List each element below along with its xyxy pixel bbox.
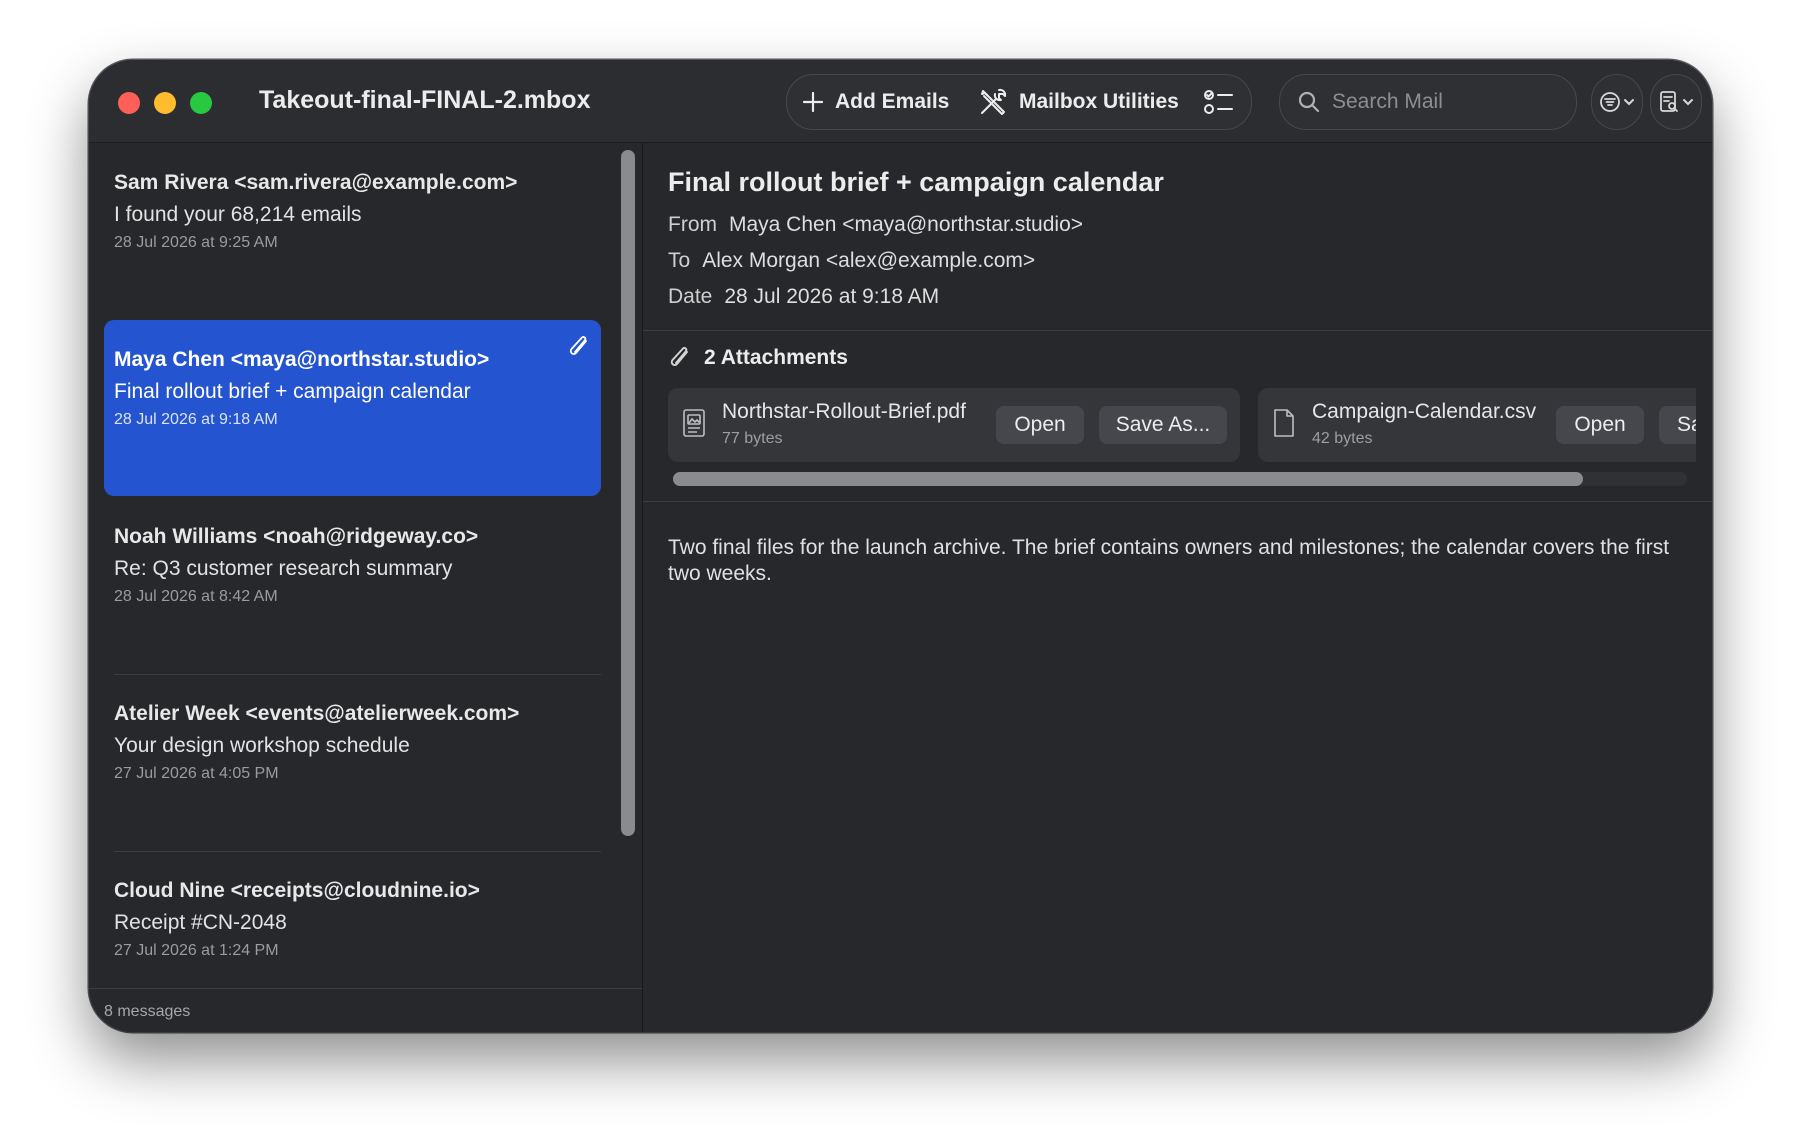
view-options-icon (1660, 91, 1678, 112)
checklist-button[interactable] (1203, 75, 1245, 129)
message-count: 8 messages (104, 1003, 191, 1020)
message-date: 27 Jul 2026 at 4:05 PM (114, 765, 279, 782)
mailbox-utilities-button[interactable]: Mailbox Utilities (977, 75, 1179, 129)
attachments-divider (643, 501, 1712, 502)
tools-icon (981, 88, 1007, 115)
message-date: 28 Jul 2026 at 8:42 AM (114, 588, 278, 605)
mailbox-utilities-label: Mailbox Utilities (1019, 90, 1179, 113)
attachment-name: Northstar-Rollout-Brief.pdf (722, 400, 966, 423)
attachment-size: 42 bytes (1312, 430, 1373, 447)
window-title: Takeout-final-FINAL-2.mbox (259, 86, 591, 114)
document-file-icon (1274, 409, 1294, 437)
message-list-item[interactable]: Noah Williams <noah@ridgeway.co> Re: Q3 … (104, 497, 601, 673)
message-list: Sam Rivera <sam.rivera@example.com> I fo… (89, 143, 643, 1032)
message-sender: Atelier Week <events@atelierweek.com> (114, 702, 520, 725)
date-line: Date 28 Jul 2026 at 9:18 AM (668, 285, 939, 309)
from-label: From (668, 213, 717, 236)
paperclip-icon (670, 347, 688, 366)
reader-pane: Final rollout brief + campaign calendar … (643, 143, 1712, 1032)
add-emails-label: Add Emails (835, 90, 950, 113)
message-sender: Noah Williams <noah@ridgeway.co> (114, 525, 479, 548)
message-sender: Maya Chen <maya@northstar.studio> (114, 348, 490, 371)
plus-icon (802, 91, 824, 113)
message-subject: Receipt #CN-2048 (114, 911, 287, 934)
save-as-button[interactable]: Save As... (1099, 406, 1227, 444)
attachment-card: Northstar-Rollout-Brief.pdf 77 bytes Ope… (668, 388, 1240, 462)
filter-icon (1600, 92, 1620, 112)
attachment-size: 77 bytes (722, 430, 783, 447)
attachment-card: Campaign-Calendar.csv 42 bytes Open Save… (1258, 388, 1696, 462)
pdf-file-icon (683, 409, 705, 437)
checklist-icon (1204, 90, 1233, 114)
minimize-window-button[interactable] (154, 92, 176, 114)
title-bar: Takeout-final-FINAL-2.mbox Add Emails Ma… (89, 60, 1712, 143)
date-value: 28 Jul 2026 at 9:18 AM (724, 285, 940, 308)
message-list-scroll-thumb[interactable] (621, 150, 635, 836)
email-body: Two final files for the launch archive. … (668, 536, 1670, 585)
add-emails-button[interactable]: Add Emails (801, 75, 949, 129)
message-list-item[interactable]: Sam Rivera <sam.rivera@example.com> I fo… (104, 143, 601, 319)
chevron-down-icon (1683, 99, 1693, 106)
message-subject: Final rollout brief + campaign calendar (114, 380, 471, 403)
message-list-item-selected[interactable]: Maya Chen <maya@northstar.studio> Final … (104, 320, 601, 496)
save-as-button[interactable]: Save As... (1659, 406, 1696, 444)
date-label: Date (668, 285, 713, 308)
message-subject: Re: Q3 customer research summary (114, 557, 453, 580)
search-icon (1298, 91, 1320, 113)
view-options-button[interactable] (1650, 74, 1702, 130)
mail-window: Takeout-final-FINAL-2.mbox Add Emails Ma… (89, 60, 1712, 1032)
open-attachment-button[interactable]: Open (1556, 406, 1644, 444)
to-label: To (668, 249, 691, 272)
paperclip-icon (569, 336, 587, 355)
attachment-name: Campaign-Calendar.csv (1312, 400, 1537, 423)
search-placeholder: Search Mail (1332, 90, 1443, 113)
zoom-window-button[interactable] (190, 92, 212, 114)
message-sender: Sam Rivera <sam.rivera@example.com> (114, 171, 518, 194)
message-sender: Cloud Nine <receipts@cloudnine.io> (114, 879, 480, 902)
header-divider (643, 330, 1712, 331)
message-list-item[interactable]: Atelier Week <events@atelierweek.com> Yo… (104, 674, 601, 850)
message-subject: I found your 68,214 emails (114, 203, 362, 226)
message-count-footer: 8 messages (89, 988, 642, 1032)
from-line: From Maya Chen <maya@northstar.studio> (668, 213, 1083, 237)
from-value[interactable]: Maya Chen <maya@northstar.studio> (729, 213, 1083, 236)
message-date: 28 Jul 2026 at 9:25 AM (114, 234, 278, 251)
open-attachment-button[interactable]: Open (996, 406, 1084, 444)
email-subject: Final rollout brief + campaign calendar (668, 167, 1164, 197)
filter-menu-button[interactable] (1591, 74, 1643, 130)
to-value[interactable]: Alex Morgan <alex@example.com> (702, 249, 1035, 272)
close-window-button[interactable] (118, 92, 140, 114)
message-date: 28 Jul 2026 at 9:18 AM (114, 411, 278, 428)
attachments-scroll-thumb[interactable] (673, 472, 1583, 486)
chevron-down-icon (1624, 99, 1634, 106)
message-subject: Your design workshop schedule (114, 734, 410, 757)
toolbar-group: Add Emails Mailbox Utilities (786, 74, 1252, 130)
search-field[interactable]: Search Mail (1279, 74, 1577, 130)
attachments-header: 2 Attachments (668, 345, 848, 371)
to-line: To Alex Morgan <alex@example.com> (668, 249, 1035, 273)
message-date: 27 Jul 2026 at 1:24 PM (114, 942, 279, 959)
attachments-title: 2 Attachments (704, 346, 848, 369)
attachments-strip: Northstar-Rollout-Brief.pdf 77 bytes Ope… (668, 388, 1696, 462)
